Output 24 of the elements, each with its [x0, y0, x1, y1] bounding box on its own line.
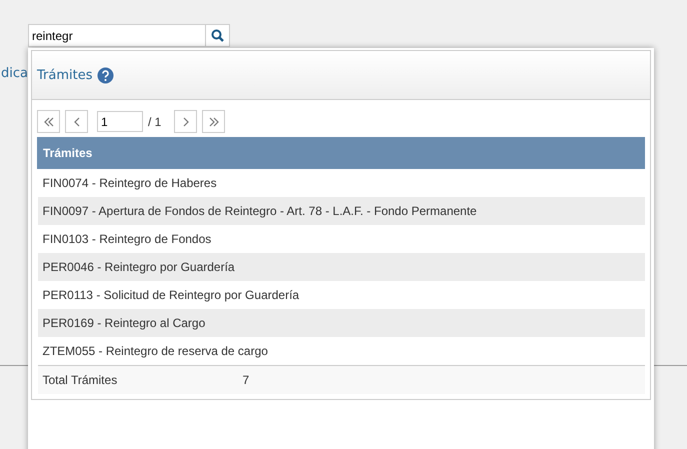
panel-title: Trámites: [37, 68, 92, 82]
last-page-button[interactable]: [202, 110, 226, 133]
first-page-icon: [42, 116, 54, 128]
page-link[interactable]: dica: [1, 66, 28, 81]
result-row[interactable]: PER0113 - Solicitud de Reintegro por Guardería: [38, 281, 644, 309]
search-icon: [211, 29, 224, 42]
result-row[interactable]: PER0169 - Reintegro al Cargo: [38, 309, 644, 337]
search-field[interactable]: reintegr: [28, 24, 206, 47]
page-count: / 1: [148, 114, 162, 128]
help-icon[interactable]: [96, 66, 114, 84]
result-row[interactable]: FIN0103 - Reintegro de Fondos: [38, 225, 644, 253]
column-header: Trámites: [38, 138, 644, 168]
search-button[interactable]: [206, 24, 230, 47]
result-row[interactable]: FIN0074 - Reintegro de Haberes: [38, 168, 644, 197]
last-page-icon: [208, 116, 220, 128]
result-row[interactable]: ZTEM055 - Reintegro de reserva de cargo: [38, 337, 644, 366]
next-page-button[interactable]: [174, 110, 198, 133]
result-row[interactable]: PER0046 - Reintegro por Guardería: [38, 253, 644, 281]
total-count: 7: [238, 366, 644, 394]
first-page-button[interactable]: [37, 110, 60, 133]
result-row[interactable]: FIN0097 - Apertura de Fondos de Reintegro - Art. 78 - L.A.F. - Fondo Permanente: [38, 197, 644, 225]
page-field[interactable]: 1: [97, 111, 143, 132]
total-label: Total Trámites: [38, 366, 238, 394]
previous-page-button[interactable]: [65, 110, 88, 133]
